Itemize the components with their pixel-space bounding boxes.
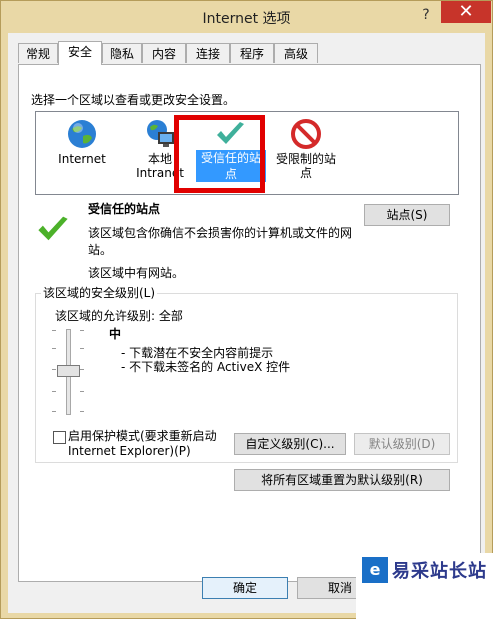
tab-general[interactable]: 常规	[18, 43, 58, 63]
slider-tick	[80, 411, 84, 412]
security-level-name: 中	[109, 327, 122, 341]
highlight-box	[174, 115, 265, 193]
level-bullet: - 下载潜在不安全内容前提示	[121, 346, 274, 360]
zone-restricted-sites-label: 受限制的站点	[276, 152, 337, 180]
tab-programs[interactable]: 程序	[230, 43, 274, 63]
selected-zone-name: 受信任的站点	[88, 202, 161, 216]
reset-all-zones-button[interactable]: 将所有区域重置为默认级别(R)	[234, 469, 450, 491]
protected-mode-label[interactable]: 启用保护模式(要求重新启动 Internet Explorer)(P)	[68, 429, 217, 459]
local-intranet-icon	[147, 120, 174, 147]
close-button[interactable]: ✕	[441, 1, 491, 23]
slider-tick	[52, 369, 56, 370]
default-level-button: 默认级别(D)	[354, 433, 450, 455]
slider-tick	[80, 391, 84, 392]
security-slider-thumb[interactable]	[57, 365, 80, 377]
custom-level-button[interactable]: 自定义级别(C)...	[234, 433, 346, 455]
globe-icon	[68, 120, 96, 148]
tab-advanced[interactable]: 高级	[274, 43, 318, 63]
tab-security[interactable]: 安全	[58, 41, 102, 65]
level-bullet: - 不下载未签名的 ActiveX 控件	[121, 360, 291, 374]
watermark-text: 易采站长站	[392, 561, 487, 582]
trusted-zone-check-icon	[38, 216, 68, 241]
slider-tick	[80, 330, 84, 331]
zone-internet-label: Internet	[58, 152, 106, 166]
slider-tick	[52, 391, 56, 392]
title-bar[interactable]: Internet 选项 ? ✕	[1, 1, 492, 33]
help-button[interactable]: ?	[411, 5, 441, 25]
slider-tick	[52, 348, 56, 349]
site-watermark: e 易采站长站	[356, 553, 493, 620]
ok-button[interactable]: 确定	[202, 577, 288, 599]
selected-zone-description: 该区域包含你确信不会损害你的计算机或文件的网站。	[88, 226, 353, 257]
tab-connections[interactable]: 连接	[186, 43, 230, 63]
allowed-levels-text: 该区域的允许级别: 全部	[55, 309, 183, 323]
dialog-client: 常规 安全 隐私 内容 连接 程序 高级 选择一个区域以查看或更改安全设置。 I…	[8, 33, 485, 613]
restricted-icon	[291, 119, 321, 149]
watermark-logo-icon: e	[362, 557, 388, 583]
sites-button[interactable]: 站点(S)	[364, 204, 450, 226]
tab-content[interactable]: 内容	[142, 43, 186, 63]
zone-prompt: 选择一个区域以查看或更改安全设置。	[31, 93, 236, 107]
protected-mode-checkbox[interactable]	[53, 431, 66, 444]
zone-sites-note: 该区域中有网站。	[88, 266, 185, 280]
security-level-label: 该区域的安全级别(L)	[41, 284, 158, 301]
tab-privacy[interactable]: 隐私	[102, 43, 142, 63]
security-level-details: - 下载潜在不安全内容前提示 - 不下载未签名的 ActiveX 控件	[121, 346, 290, 374]
slider-tick	[52, 411, 56, 412]
slider-tick	[80, 369, 84, 370]
slider-tick	[80, 348, 84, 349]
slider-tick	[52, 330, 56, 331]
internet-options-window: Internet 选项 ? ✕ 常规 安全 隐私 内容 连接 程序 高级 选择一…	[0, 0, 493, 620]
